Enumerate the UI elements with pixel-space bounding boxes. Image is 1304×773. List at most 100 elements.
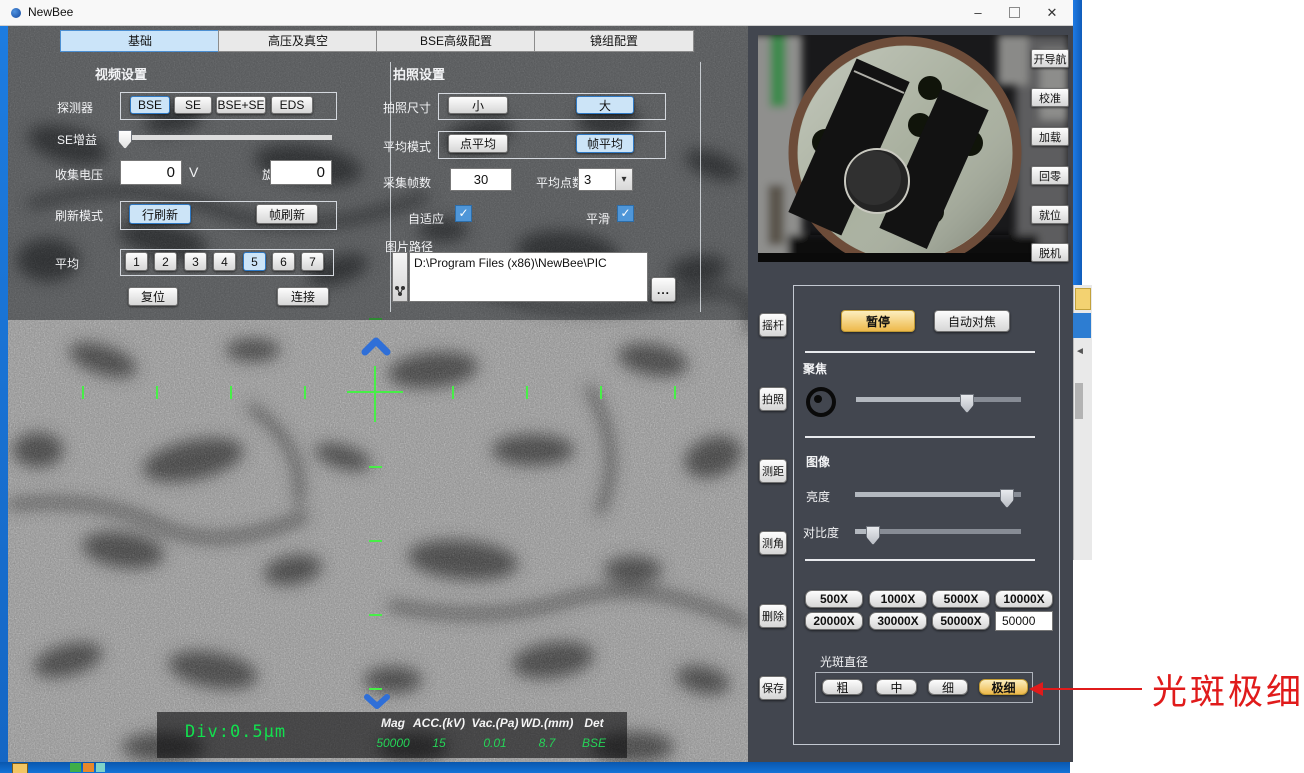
focus-target-icon[interactable] [806,387,836,417]
average-4-button[interactable]: 4 [213,252,236,271]
stage-zero-button[interactable]: 回零 [1031,166,1069,185]
rotate-input[interactable] [270,160,332,185]
average-6-button[interactable]: 6 [272,252,295,271]
stage-inplace-button[interactable]: 就位 [1031,205,1069,224]
points-value: 3 [584,172,591,187]
background-window-fragment [1073,313,1091,338]
stage-load-button[interactable]: 加载 [1031,127,1069,146]
reset-button[interactable]: 复位 [128,287,178,306]
minimize-button[interactable]: – [961,0,995,25]
close-button[interactable]: ✕ [1035,0,1069,25]
average-7-button[interactable]: 7 [301,252,324,271]
div-scale-text: Div:0.5μm [185,722,286,742]
tab-bse-advanced[interactable]: BSE高级配置 [376,30,536,52]
spot-medium-button[interactable]: 中 [876,679,917,695]
average-2-button[interactable]: 2 [154,252,177,271]
average-5-button[interactable]: 5 [243,252,266,271]
mag-50000x-button[interactable]: 50000X [932,612,990,630]
collect-voltage-label: 收集电压 [55,166,103,183]
frames-label: 采集帧数 [383,174,431,191]
mag-10000x-button[interactable]: 10000X [995,590,1053,608]
tree-icon [394,285,406,297]
tab-lens-config[interactable]: 镜组配置 [534,30,694,52]
collapse-arrow-icon[interactable]: ◄ [1075,346,1085,357]
se-gain-label: SE增益 [57,131,97,148]
average-3-button[interactable]: 3 [184,252,207,271]
avg-point-button[interactable]: 点平均 [448,134,508,153]
reticle-tick [369,614,382,616]
autofocus-button[interactable]: 自动对焦 [934,310,1010,332]
camera-image [758,35,1068,262]
stage-calibrate-button[interactable]: 校准 [1031,88,1069,107]
maximize-button[interactable] [997,0,1031,25]
taskbar-strip [0,762,1070,773]
adaptive-label: 自适应 [408,210,444,227]
path-tree-button[interactable] [392,252,408,302]
status-header-det: Det [565,716,623,730]
tool-joystick-button[interactable]: 摇杆 [759,313,787,337]
mag-500x-button[interactable]: 500X [805,590,863,608]
background-scrollbar [1075,383,1083,419]
photo-settings-title: 拍照设置 [393,64,445,83]
pause-button[interactable]: 暂停 [841,310,915,332]
detector-bse-button[interactable]: BSE [130,96,170,114]
average-1-button[interactable]: 1 [125,252,148,271]
status-value-acc: 15 [410,736,468,750]
spot-ultrafine-button[interactable]: 极细 [979,679,1028,695]
points-combobox[interactable]: 3 ▾ [578,168,633,191]
refresh-frame-button[interactable]: 帧刷新 [256,204,318,224]
adaptive-checkbox[interactable]: ✓ [455,205,472,222]
focus-slider[interactable] [856,397,1021,402]
taskbar-folder-icon[interactable] [12,763,28,773]
se-gain-slider[interactable] [118,135,332,140]
status-value-det: BSE [565,736,623,750]
taskbar-app-icon[interactable] [96,763,105,772]
mag-5000x-button[interactable]: 5000X [932,590,990,608]
refresh-mode-label: 刷新模式 [55,207,103,224]
brightness-slider[interactable] [855,492,1021,497]
spot-fine-button[interactable]: 细 [928,679,968,695]
mag-20000x-button[interactable]: 20000X [805,612,863,630]
spot-coarse-button[interactable]: 粗 [822,679,863,695]
divider [805,559,1035,561]
collect-voltage-input[interactable] [120,160,182,185]
window-title: NewBee [28,5,73,19]
avg-frame-button[interactable]: 帧平均 [576,134,634,153]
screen: 基础 高压及真空 BSE高级配置 镜组配置 视频设置 探测器 BSE SE BS… [0,0,1304,773]
detector-bsese-button[interactable]: BSE+SE [216,96,266,114]
taskbar-app-icon[interactable] [83,763,94,772]
browse-button[interactable]: ... [651,277,676,302]
stage-offline-button[interactable]: 脱机 [1031,243,1069,262]
smooth-checkbox[interactable]: ✓ [617,205,634,222]
refresh-line-button[interactable]: 行刷新 [129,204,191,224]
chevron-down-icon[interactable] [363,693,391,710]
size-large-button[interactable]: 大 [576,96,634,114]
tool-measure-angle-button[interactable]: 测角 [759,531,787,555]
chevron-up-icon[interactable] [361,337,391,356]
taskbar-app-icon[interactable] [70,763,81,772]
path-textbox[interactable]: D:\Program Files (x86)\NewBee\PIC [409,252,648,302]
connect-button[interactable]: 连接 [277,287,329,306]
annotation-text: 光斑极细 [1152,664,1304,715]
tool-snapshot-button[interactable]: 拍照 [759,387,787,411]
title-bar[interactable] [0,0,1073,26]
tab-hv-vacuum[interactable]: 高压及真空 [218,30,378,52]
mag-value-input[interactable] [995,611,1053,631]
crosshair [374,366,376,422]
reticle-tick [600,386,602,399]
tool-measure-dist-button[interactable]: 测距 [759,459,787,483]
detector-se-button[interactable]: SE [174,96,212,114]
desktop-edge-strip [0,25,8,773]
tool-save-button[interactable]: 保存 [759,676,787,700]
reticle-tick [369,540,382,542]
tool-delete-button[interactable]: 删除 [759,604,787,628]
detector-eds-button[interactable]: EDS [271,96,313,114]
average-label: 平均 [55,255,79,272]
stage-open-nav-button[interactable]: 开导航 [1031,49,1069,68]
tab-basic[interactable]: 基础 [60,30,220,52]
mag-1000x-button[interactable]: 1000X [869,590,927,608]
frames-input[interactable] [450,168,512,191]
mag-30000x-button[interactable]: 30000X [869,612,927,630]
size-small-button[interactable]: 小 [448,96,508,114]
combo-arrow-icon[interactable]: ▾ [615,169,632,190]
